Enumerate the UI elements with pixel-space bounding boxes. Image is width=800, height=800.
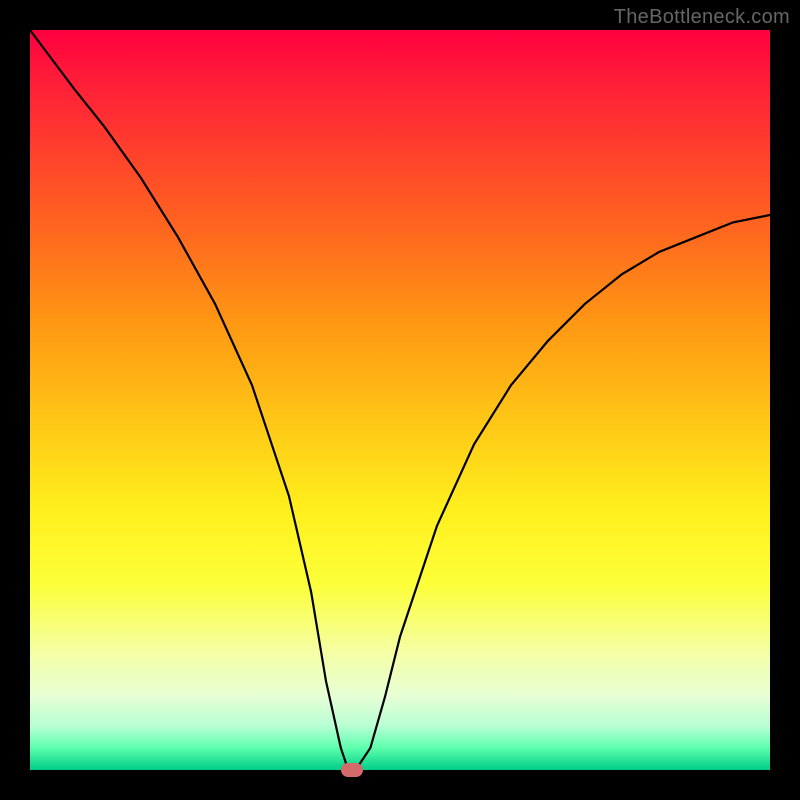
plot-area (30, 30, 770, 770)
optimum-marker (341, 763, 363, 777)
bottleneck-curve (30, 30, 770, 770)
chart-frame: TheBottleneck.com (0, 0, 800, 800)
watermark-text: TheBottleneck.com (614, 6, 790, 29)
curve-path (30, 30, 770, 770)
